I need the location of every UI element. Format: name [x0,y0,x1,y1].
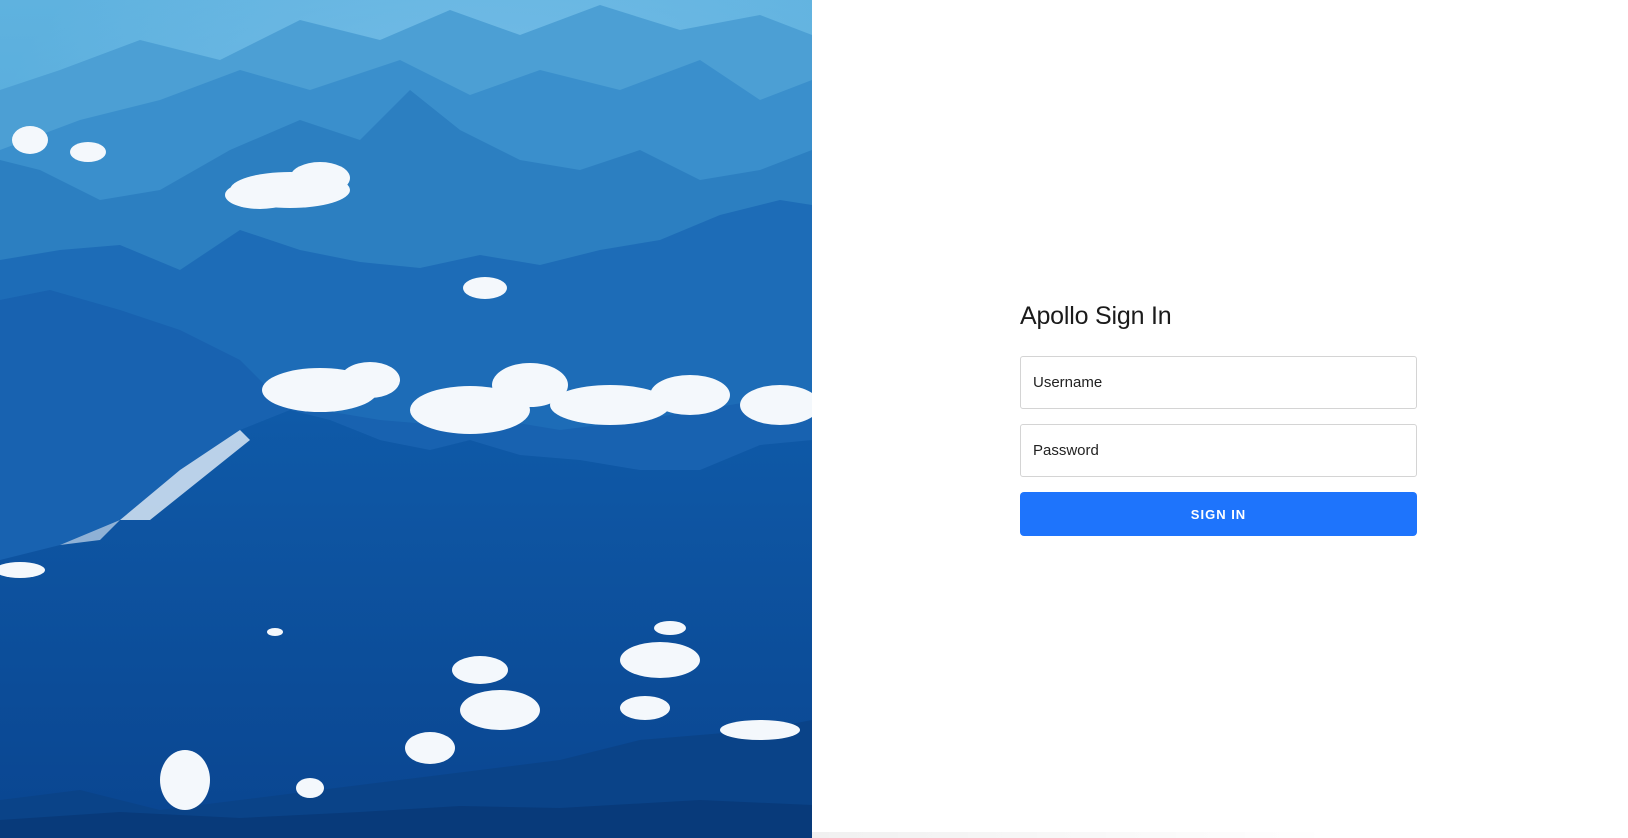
login-page: Apollo Sign In SIGN IN [0,0,1628,838]
signin-form: Apollo Sign In SIGN IN [1020,296,1417,536]
mountain-landscape-illustration [0,0,812,838]
signin-pane: Apollo Sign In SIGN IN [812,0,1628,838]
page-title: Apollo Sign In [1020,302,1172,330]
mountain-landscape-image [0,0,812,838]
signin-button[interactable]: SIGN IN [1020,492,1417,536]
username-field[interactable] [1020,356,1417,409]
password-field[interactable] [1020,424,1417,477]
divider [812,832,1332,838]
